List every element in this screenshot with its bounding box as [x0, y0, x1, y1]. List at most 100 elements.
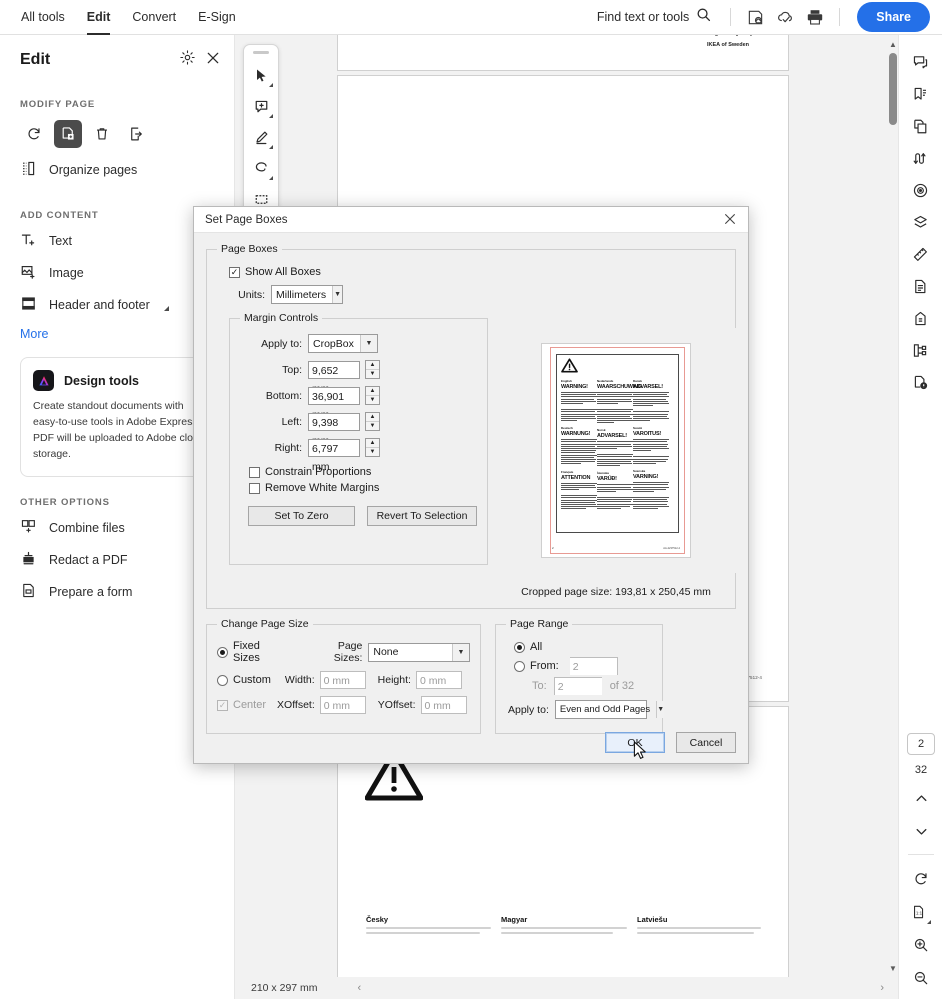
- preview-heading-varoitus: VAROITUS!: [633, 431, 669, 437]
- ok-button[interactable]: OK: [605, 732, 665, 753]
- crop-page-icon[interactable]: [54, 120, 82, 148]
- custom-radio[interactable]: [217, 675, 228, 686]
- gear-icon[interactable]: [179, 49, 196, 71]
- right-tool-rail: 2 32 1:1: [898, 35, 942, 999]
- close-panel-icon[interactable]: [206, 51, 220, 70]
- set-to-zero-button[interactable]: Set To Zero: [248, 506, 355, 526]
- top-margin-input[interactable]: 9,652 mm: [308, 361, 360, 379]
- print-icon[interactable]: [800, 2, 830, 32]
- extract-page-icon[interactable]: [122, 120, 150, 148]
- draw-tool-icon[interactable]: [246, 153, 276, 184]
- left-margin-input[interactable]: 9,398 mm: [308, 413, 360, 431]
- status-next-icon[interactable]: ›: [874, 982, 890, 994]
- bottom-margin-stepper[interactable]: ▲▼: [365, 386, 380, 405]
- constrain-proportions-row[interactable]: Constrain Proportions: [249, 466, 477, 478]
- content-icon[interactable]: [904, 271, 938, 302]
- document-scrollbar[interactable]: ▲ ▼: [888, 35, 898, 999]
- constrain-proportions-label: Constrain Proportions: [265, 466, 371, 478]
- page-3-language-block-1: Česky: [366, 915, 496, 934]
- height-input[interactable]: 0 mm: [416, 671, 462, 689]
- revert-to-selection-button[interactable]: Revert To Selection: [367, 506, 477, 526]
- preview-heading-warnung: WARNUNG!: [561, 431, 597, 437]
- search-icon[interactable]: [696, 7, 711, 27]
- add-text-label: Text: [49, 234, 72, 248]
- floating-tool-palette[interactable]: [243, 44, 279, 220]
- tags-icon[interactable]: [904, 335, 938, 366]
- layers-icon[interactable]: [904, 207, 938, 238]
- save-icon[interactable]: [740, 2, 770, 32]
- from-page-input[interactable]: 2: [570, 657, 618, 675]
- xoffset-input[interactable]: 0 mm: [320, 696, 366, 714]
- find-text-or-tools[interactable]: Find text or tools: [597, 7, 711, 27]
- range-apply-to-select[interactable]: Even and Odd Pages ▼: [555, 700, 647, 719]
- tab-all-tools[interactable]: All tools: [10, 0, 76, 35]
- dialog-close-icon[interactable]: [720, 211, 740, 229]
- bottom-margin-input[interactable]: 36,901 mm: [308, 387, 360, 405]
- rotate-view-icon[interactable]: [904, 863, 938, 894]
- select-tool-icon[interactable]: [246, 60, 276, 91]
- to-page-input[interactable]: 2: [554, 677, 602, 695]
- left-margin-stepper[interactable]: ▲▼: [365, 412, 380, 431]
- next-page-icon[interactable]: [904, 816, 938, 847]
- remove-white-margins-row[interactable]: Remove White Margins: [249, 482, 477, 494]
- page-preview[interactable]: English WARNING! Deutsch: [493, 328, 739, 573]
- remove-white-margins-checkbox[interactable]: [249, 483, 260, 494]
- header-footer-corner-icon[interactable]: [164, 306, 169, 311]
- units-select[interactable]: Millimeters ▼: [271, 285, 343, 304]
- combine-files-icon: [20, 518, 37, 538]
- page-thumbnails-icon[interactable]: [904, 111, 938, 142]
- from-page-radio[interactable]: [514, 661, 525, 672]
- page-range-group: Page Range All From: 2 To: 2 of 32: [495, 618, 663, 734]
- previous-page-icon[interactable]: [904, 783, 938, 814]
- show-all-boxes-label: Show All Boxes: [245, 266, 321, 278]
- delete-page-icon[interactable]: [88, 120, 116, 148]
- accessibility-icon[interactable]: [904, 367, 938, 398]
- cloud-saved-icon[interactable]: [770, 2, 800, 32]
- design-tools-card[interactable]: Design tools ▾ Create standout documents…: [20, 357, 220, 477]
- show-all-boxes-row[interactable]: ✓ Show All Boxes: [229, 266, 725, 278]
- comment-icon[interactable]: [904, 47, 938, 78]
- palette-drag-handle[interactable]: [253, 51, 269, 54]
- zoom-in-icon[interactable]: [904, 929, 938, 960]
- rotate-page-icon[interactable]: [20, 120, 48, 148]
- constrain-proportions-checkbox[interactable]: [249, 467, 260, 478]
- share-button[interactable]: Share: [857, 2, 930, 32]
- fit-page-icon[interactable]: 1:1: [904, 896, 938, 927]
- bookmark-icon[interactable]: [904, 79, 938, 110]
- organize-pages-item[interactable]: Organize pages: [0, 154, 234, 186]
- right-margin-input[interactable]: 6,797 mm: [308, 439, 360, 457]
- scroll-up-arrow[interactable]: ▲: [888, 37, 898, 51]
- cancel-button[interactable]: Cancel: [676, 732, 736, 753]
- zoom-out-icon[interactable]: [904, 962, 938, 993]
- preview-heading-advarsel-dk: ADVARSEL!: [633, 384, 669, 390]
- fit-page-corner-icon[interactable]: [927, 920, 931, 924]
- tab-edit[interactable]: Edit: [76, 0, 122, 35]
- measure-icon[interactable]: [904, 239, 938, 270]
- show-all-boxes-checkbox[interactable]: ✓: [229, 267, 240, 278]
- status-prev-icon[interactable]: ‹: [352, 982, 368, 994]
- compare-files-icon[interactable]: [904, 143, 938, 174]
- add-comment-tool-icon[interactable]: [246, 91, 276, 122]
- page-sizes-select[interactable]: None ▼: [368, 643, 470, 662]
- attachment-icon[interactable]: [904, 303, 938, 334]
- scroll-down-arrow[interactable]: ▼: [888, 961, 898, 975]
- preview-lang-svenska: Svenska: [633, 469, 669, 473]
- tab-e-sign[interactable]: E-Sign: [187, 0, 247, 35]
- current-page-input[interactable]: 2: [907, 733, 935, 755]
- yoffset-input[interactable]: 0 mm: [421, 696, 467, 714]
- right-margin-stepper[interactable]: ▲▼: [365, 438, 380, 457]
- tab-convert[interactable]: Convert: [121, 0, 187, 35]
- fixed-sizes-radio[interactable]: [217, 647, 228, 658]
- top-margin-stepper[interactable]: ▲▼: [365, 360, 380, 379]
- find-destination-icon[interactable]: [904, 175, 938, 206]
- all-pages-radio[interactable]: [514, 642, 525, 653]
- highlight-tool-icon[interactable]: [246, 122, 276, 153]
- center-checkbox[interactable]: ✓: [217, 700, 228, 711]
- set-page-boxes-dialog[interactable]: Set Page Boxes Page Boxes ✓ Show All Box…: [193, 206, 749, 764]
- width-input[interactable]: 0 mm: [320, 671, 366, 689]
- document-scrollbar-thumb[interactable]: [889, 53, 897, 125]
- all-pages-row[interactable]: All: [514, 641, 652, 653]
- page-3-language-3: Latviešu: [637, 915, 767, 924]
- page-boxes-legend: Page Boxes: [217, 243, 282, 255]
- apply-to-select[interactable]: CropBox ▼: [308, 334, 378, 353]
